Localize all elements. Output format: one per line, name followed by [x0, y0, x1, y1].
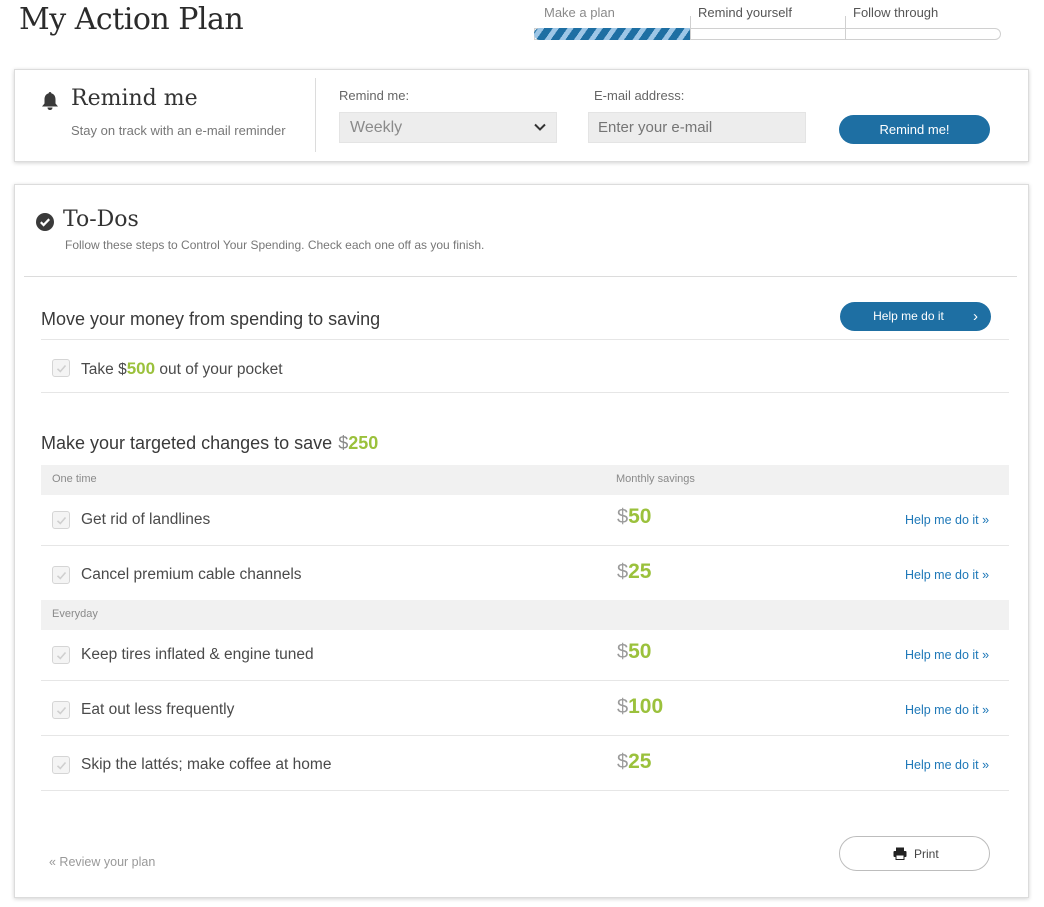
item-text: out of your pocket	[155, 361, 283, 378]
todo-checkbox[interactable]	[52, 646, 70, 664]
todo-item-label: Skip the lattés; make coffee at home	[81, 756, 332, 773]
help-me-do-it-link[interactable]: Help me do it »	[905, 513, 989, 527]
check-icon	[56, 516, 67, 525]
item-text: Take	[81, 361, 119, 378]
help-me-do-it-link[interactable]: Help me do it »	[905, 568, 989, 582]
todo-item-label: Keep tires inflated & engine tuned	[81, 646, 314, 663]
item-amount: 500	[126, 359, 156, 378]
todo-checkbox[interactable]	[52, 359, 70, 377]
check-circle-icon	[36, 213, 54, 231]
help-me-do-it-link[interactable]: Help me do it »	[905, 758, 989, 772]
divider	[315, 78, 316, 152]
todo-checkbox[interactable]	[52, 511, 70, 529]
savings-amount: 50	[628, 640, 652, 663]
help-me-do-it-link[interactable]: Help me do it »	[905, 703, 989, 717]
group-header: Everyday	[41, 600, 1009, 630]
todo-item-label: Take $500 out of your pocket	[81, 359, 283, 379]
row-divider	[41, 392, 1009, 393]
email-input[interactable]	[588, 112, 806, 143]
monthly-savings: $50	[617, 640, 651, 664]
monthly-savings: $25	[617, 560, 651, 584]
section-title: Move your money from spending to saving	[41, 309, 381, 329]
item-dollar: $	[118, 361, 127, 378]
frequency-label: Remind me:	[339, 88, 410, 103]
help-me-do-it-button[interactable]: Help me do it ›	[840, 302, 991, 331]
step-make-a-plan: Make a plan	[544, 5, 615, 20]
monthly-savings: $50	[617, 505, 651, 529]
row-divider	[41, 790, 1009, 791]
section-title-text: Make your targeted changes to save	[41, 433, 333, 453]
page-title: My Action Plan	[19, 2, 244, 37]
todo-checkbox[interactable]	[52, 701, 70, 719]
table-header: One time Monthly savings	[41, 465, 1009, 495]
help-button-label: Help me do it	[873, 309, 944, 323]
monthly-savings: $100	[617, 695, 663, 719]
row-divider	[41, 680, 1009, 681]
savings-dollar: $	[617, 561, 629, 583]
chevron-down-icon	[534, 123, 546, 131]
column-monthly-savings: Monthly savings	[616, 473, 695, 485]
print-label: Print	[914, 847, 939, 861]
todos-title: To-Dos	[63, 207, 139, 232]
row-divider	[41, 545, 1009, 546]
remind-title: Remind me	[71, 86, 198, 111]
help-me-do-it-link[interactable]: Help me do it »	[905, 648, 989, 662]
check-icon	[56, 706, 67, 715]
check-icon	[56, 571, 67, 580]
step-divider	[845, 16, 846, 40]
remind-me-button[interactable]: Remind me!	[839, 115, 990, 144]
savings-dollar: $	[617, 506, 629, 528]
review-plan-link[interactable]: « Review your plan	[49, 855, 155, 869]
email-label: E-mail address:	[594, 88, 685, 103]
printer-icon	[893, 847, 907, 860]
todo-item-label: Cancel premium cable channels	[81, 566, 302, 583]
savings-amount: 25	[628, 750, 652, 773]
check-icon	[56, 651, 67, 660]
todo-checkbox[interactable]	[52, 566, 70, 584]
print-button[interactable]: Print	[839, 836, 990, 871]
savings-amount: 25	[628, 560, 652, 583]
savings-amount: 100	[628, 695, 664, 718]
savings-amount: 50	[628, 505, 652, 528]
remind-card: Remind me Stay on track with an e-mail r…	[14, 69, 1029, 162]
savings-dollar: $	[617, 751, 629, 773]
todos-card: To-Dos Follow these steps to Control You…	[14, 184, 1029, 898]
savings-dollar: $	[617, 696, 629, 718]
group-everyday: Everyday	[52, 608, 98, 620]
step-remind-yourself: Remind yourself	[698, 5, 792, 20]
frequency-select[interactable]: Weekly	[339, 112, 557, 143]
progress-fill	[534, 28, 691, 40]
progress-steps: Make a plan Remind yourself Follow throu…	[534, 0, 1002, 42]
row-divider	[41, 339, 1009, 340]
section-title: Make your targeted changes to save $250	[41, 433, 378, 454]
monthly-savings: $25	[617, 750, 651, 774]
step-divider	[690, 16, 691, 40]
chevron-right-icon: ›	[973, 308, 978, 325]
todo-item-label: Get rid of landlines	[81, 511, 211, 528]
frequency-value: Weekly	[350, 119, 403, 136]
section-amount: 250	[348, 433, 379, 453]
savings-dollar: $	[617, 641, 629, 663]
bell-icon	[42, 92, 58, 110]
section-dollar: $	[338, 433, 349, 453]
todos-subtitle: Follow these steps to Control Your Spend…	[65, 238, 485, 252]
todo-item-label: Eat out less frequently	[81, 701, 235, 718]
remind-subtitle: Stay on track with an e-mail reminder	[71, 123, 286, 138]
divider	[24, 276, 1017, 277]
todo-checkbox[interactable]	[52, 756, 70, 774]
row-divider	[41, 735, 1009, 736]
step-follow-through: Follow through	[853, 5, 939, 20]
check-icon	[56, 364, 67, 373]
check-icon	[56, 761, 67, 770]
column-one-time: One time	[52, 473, 97, 485]
